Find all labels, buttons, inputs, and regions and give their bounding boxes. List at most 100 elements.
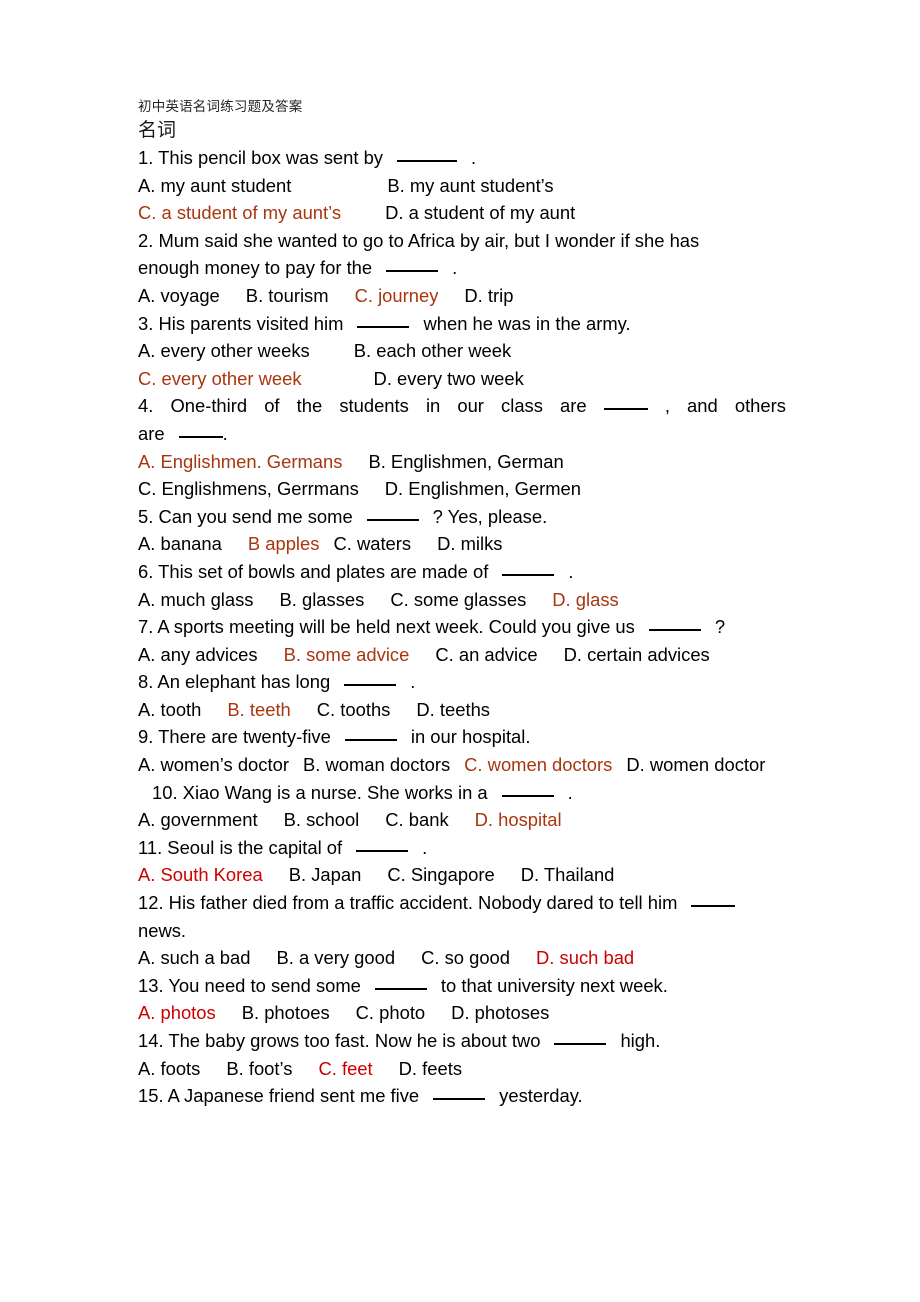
q3-option-c[interactable]: C. every other week [138, 368, 302, 389]
question-1-options-row-2: C. a student of my aunt’s D. a student of… [138, 199, 786, 227]
q10-option-b[interactable]: B. school [284, 809, 360, 830]
q13-option-c[interactable]: C. photo [356, 1002, 426, 1023]
q1-option-b[interactable]: B. my aunt student’s [387, 175, 553, 196]
answer-blank[interactable] [344, 684, 397, 687]
q6-option-a[interactable]: A. much glass [138, 589, 254, 610]
question-1-stem: 1. This pencil box was sent by. [138, 144, 786, 172]
question-3-options-row-1: A. every other weeks B. each other week [138, 337, 786, 365]
q1-option-d[interactable]: D. a student of my aunt [385, 202, 575, 223]
q11-option-a[interactable]: A. South Korea [138, 864, 263, 885]
question-13-options-row: A. photos B. photoes C. photo D. photoses [138, 999, 786, 1027]
q2-stem-punct: . [452, 257, 458, 279]
q11-option-c[interactable]: C. Singapore [387, 864, 494, 885]
answer-blank[interactable] [501, 794, 554, 797]
q5-option-c[interactable]: C. waters [333, 533, 411, 554]
q8-option-d[interactable]: D. teeths [416, 699, 490, 720]
q9-stem-tail: in our hospital. [410, 726, 531, 748]
question-3-stem: 3. His parents visited him when he was in… [138, 310, 786, 338]
question-4-stem-line-1: 4. One-third of the students in our clas… [138, 392, 786, 420]
question-6-stem: 6. This set of bowls and plates are made… [138, 558, 786, 586]
q4-option-a[interactable]: A. Englishmen. Germans [138, 451, 342, 472]
answer-blank[interactable] [397, 160, 457, 162]
q13-option-d[interactable]: D. photoses [451, 1002, 549, 1023]
q14-stem-text: 14. The baby grows too fast. Now he is a… [138, 1030, 541, 1051]
q8-option-b[interactable]: B. teeth [227, 699, 290, 720]
q13-option-a[interactable]: A. photos [138, 1002, 216, 1023]
q4-stem-mid: , and others [664, 395, 786, 417]
q12-option-b[interactable]: B. a very good [276, 947, 395, 968]
q7-stem-text: 7. A sports meeting will be held next we… [138, 616, 635, 638]
q6-option-b[interactable]: B. glasses [280, 589, 365, 610]
q11-option-b[interactable]: B. Japan [289, 864, 362, 885]
q13-stem-text: 13. You need to send some [138, 974, 361, 996]
q3-option-b[interactable]: B. each other week [354, 340, 511, 361]
q6-option-c[interactable]: C. some glasses [390, 589, 526, 610]
q9-option-d[interactable]: D. women doctor [626, 754, 765, 775]
question-12-stem-line-1: 12. His father died from a traffic accid… [138, 889, 786, 917]
answer-blank[interactable] [691, 905, 736, 908]
question-9-stem: 9. There are twenty-five in our hospital. [138, 723, 786, 751]
answer-blank[interactable] [648, 629, 701, 632]
q3-option-d[interactable]: D. every two week [374, 368, 524, 389]
answer-blank[interactable] [386, 270, 439, 273]
q5-option-b[interactable]: B apples [248, 533, 320, 554]
document-header-title: 初中英语名词练习题及答案 [138, 99, 303, 115]
question-3-options-row-2: C. every other week D. every two week [138, 365, 786, 393]
question-2-options-row: A. voyage B. tourism C. journey D. trip [138, 282, 786, 310]
q12-option-c[interactable]: C. so good [421, 947, 510, 968]
q12-option-d[interactable]: D. such bad [536, 947, 634, 968]
answer-blank[interactable] [374, 987, 427, 990]
q4-option-b[interactable]: B. Englishmen, German [368, 451, 563, 472]
q14-option-b[interactable]: B. foot’s [226, 1058, 292, 1079]
question-12-options-row: A. such a bad B. a very good C. so good D. … [138, 944, 786, 972]
q9-option-a[interactable]: A. women’s doctor [138, 754, 289, 775]
question-6-options-row: A. much glass B. glasses C. some glasses D.… [138, 586, 786, 614]
q5-option-d[interactable]: D. milks [437, 533, 502, 554]
q7-option-b[interactable]: B. some advice [284, 644, 410, 665]
answer-blank[interactable] [433, 1098, 486, 1101]
answer-blank[interactable] [356, 849, 409, 852]
question-1-options-row-1: A. my aunt student B. my aunt student’s [138, 172, 786, 200]
answer-blank[interactable] [178, 435, 223, 438]
q6-option-d[interactable]: D. glass [552, 589, 618, 610]
answer-blank[interactable] [357, 325, 410, 328]
q15-stem-tail: yesterday. [499, 1085, 583, 1107]
q4-option-c[interactable]: C. Englishmens, Gerrmans [138, 478, 359, 499]
answer-blank[interactable] [554, 1043, 607, 1045]
q12-option-a[interactable]: A. such a bad [138, 947, 250, 968]
q7-option-c[interactable]: C. an advice [435, 644, 537, 665]
q7-option-d[interactable]: D. certain advices [564, 644, 710, 665]
answer-blank[interactable] [502, 573, 555, 576]
question-5-options-row: A. banana B apples C. waters D. milks [138, 530, 786, 558]
q5-option-a[interactable]: A. banana [138, 533, 222, 554]
q2-option-c[interactable]: C. journey [355, 285, 439, 306]
q14-option-c[interactable]: C. feet [318, 1058, 372, 1079]
q1-option-c[interactable]: C. a student of my aunt’s [138, 202, 341, 223]
q4-option-d[interactable]: D. Englishmen, Germen [385, 478, 581, 499]
q8-option-a[interactable]: A. tooth [138, 699, 201, 720]
q11-option-d[interactable]: D. Thailand [521, 864, 615, 885]
q2-option-a[interactable]: A. voyage [138, 285, 220, 306]
answer-blank[interactable] [366, 518, 419, 521]
q7-option-a[interactable]: A. any advices [138, 644, 258, 665]
q9-option-c[interactable]: C. women doctors [464, 754, 612, 775]
question-4-options-row-2: C. Englishmens, Gerrmans D. Englishmen, G… [138, 475, 786, 503]
q10-option-c[interactable]: C. bank [385, 809, 448, 830]
q1-option-a[interactable]: A. my aunt student [138, 175, 291, 196]
question-15-stem: 15. A Japanese friend sent me five yester… [138, 1082, 786, 1110]
answer-blank[interactable] [344, 739, 397, 742]
q10-option-a[interactable]: A. government [138, 809, 258, 830]
q3-option-a[interactable]: A. every other weeks [138, 340, 310, 361]
q9-option-b[interactable]: B. woman doctors [303, 754, 450, 775]
question-2-stem-line-1: 2. Mum said she wanted to go to Africa b… [138, 229, 700, 251]
q14-option-a[interactable]: A. foots [138, 1058, 200, 1079]
answer-blank[interactable] [603, 408, 648, 411]
q13-option-b[interactable]: B. photoes [242, 1002, 330, 1023]
q10-option-d[interactable]: D. hospital [475, 809, 562, 830]
question-8-options-row: A. tooth B. teeth C. tooths D. teeths [138, 696, 786, 724]
q2-option-d[interactable]: D. trip [464, 285, 513, 306]
q2-option-b[interactable]: B. tourism [246, 285, 329, 306]
q7-stem-punct: ? [714, 616, 726, 638]
q14-option-d[interactable]: D. feets [399, 1058, 462, 1079]
q8-option-c[interactable]: C. tooths [317, 699, 391, 720]
